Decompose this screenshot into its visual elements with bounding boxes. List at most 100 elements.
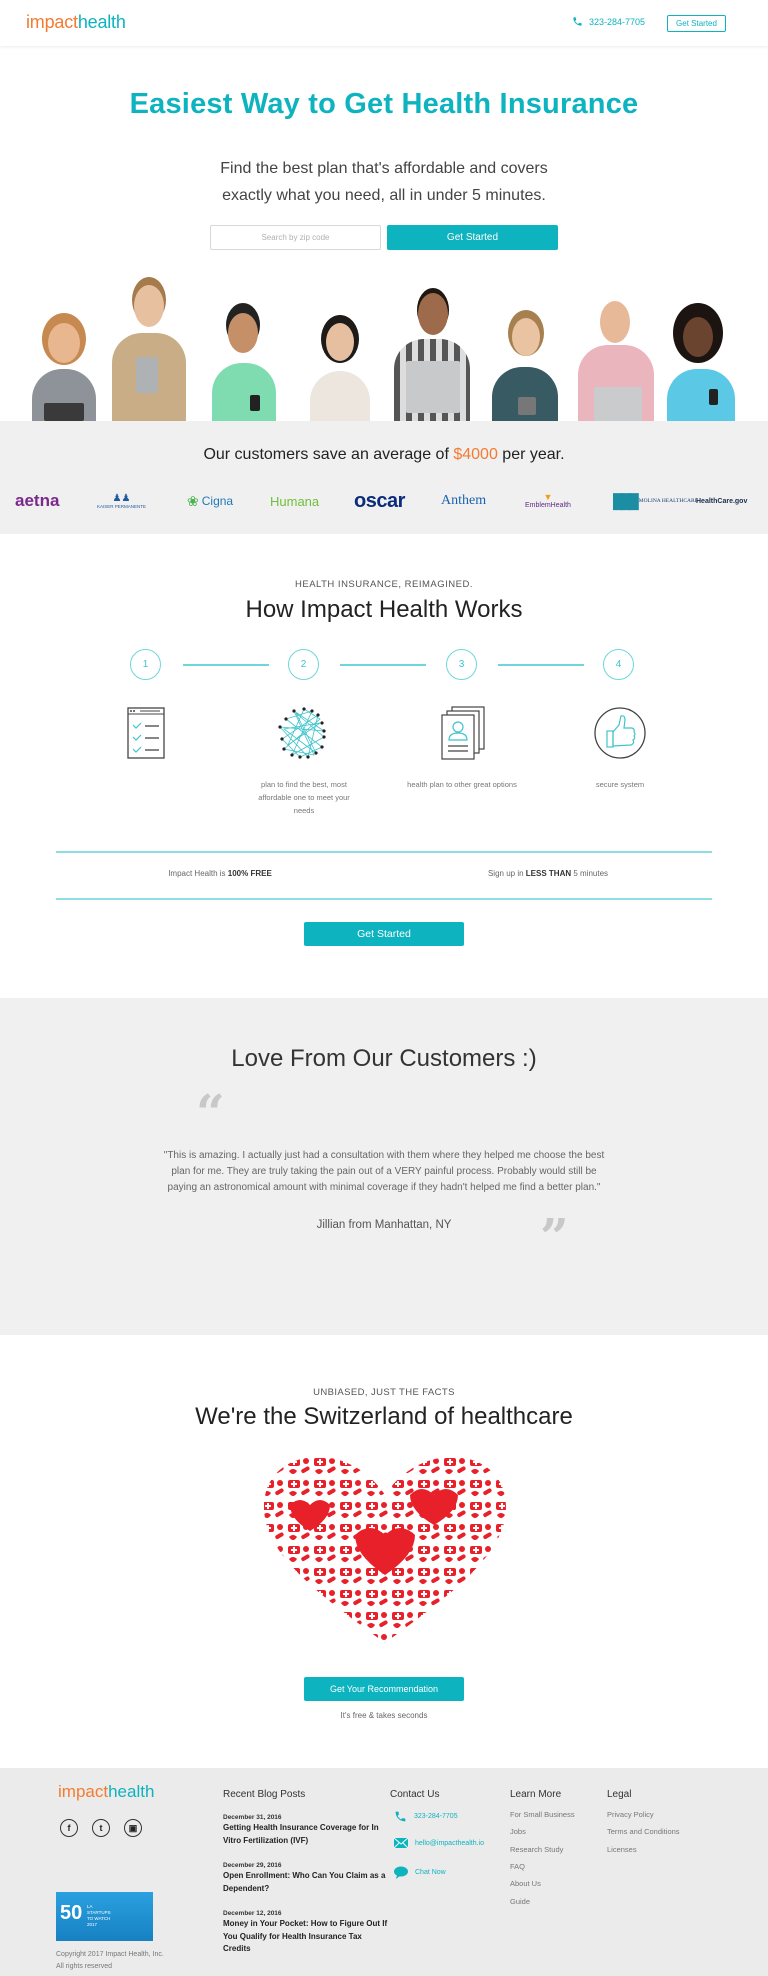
- phone-icon: [573, 17, 582, 26]
- contact-phone-link[interactable]: 323-284-7705: [394, 1810, 458, 1823]
- how-get-started-button[interactable]: Get Started: [304, 922, 464, 946]
- logo[interactable]: impacthealth: [26, 12, 126, 33]
- contact-email-link[interactable]: hello@impacthealth.io: [394, 1838, 484, 1848]
- emblem-shield-icon: ▼: [543, 492, 553, 502]
- blog-post-date: December 29, 2016: [223, 1862, 282, 1869]
- fast-bold: LESS THAN: [525, 869, 572, 878]
- badge-number: 50: [60, 1902, 83, 1924]
- fast-suffix: 5 minutes: [571, 869, 609, 878]
- insurer-logos: aetna ♟♟ KAISER PERMANENTE ❀ Cigna Human…: [0, 486, 768, 516]
- recommendation-subtext: It's free & takes seconds: [340, 1711, 428, 1720]
- thumbs-up-icon: [594, 707, 646, 759]
- how-eyebrow: HEALTH INSURANCE, REIMAGINED.: [295, 579, 473, 590]
- cigna-text: Cigna: [201, 494, 234, 508]
- blog-post-link[interactable]: Money in Your Pocket: How to Figure Out …: [223, 1918, 388, 1956]
- step-connector: [498, 664, 584, 666]
- footer-link-small-business[interactable]: For Small Business: [510, 1810, 575, 1819]
- hero-subtitle-line2: exactly what you need, all in under 5 mi…: [222, 187, 546, 204]
- emblem-text: EmblemHealth: [525, 502, 571, 509]
- step-1-number: 1: [130, 649, 161, 680]
- hero-title: Easiest Way to Get Health Insurance: [129, 88, 639, 120]
- close-quote-icon: ”: [540, 1207, 569, 1266]
- person-figure: [392, 291, 472, 421]
- contact-email-text: hello@impacthealth.io: [415, 1839, 484, 1847]
- hero-people-image: [20, 278, 745, 421]
- step-3-caption: health plan to other great options: [407, 780, 517, 789]
- badge-text: LA STARTUPS TO WATCH 2017: [87, 1904, 111, 1927]
- cigna-tree-icon: ❀: [187, 492, 199, 509]
- footer-logo[interactable]: impacthealth: [58, 1782, 154, 1802]
- chat-now-text: Chat Now: [415, 1869, 446, 1876]
- insurer-logo-anthem: Anthem: [441, 493, 487, 508]
- insurer-logo-oscar: oscar: [354, 489, 405, 512]
- hero-get-started-button[interactable]: Get Started: [387, 225, 558, 250]
- documents-icon: [441, 706, 485, 760]
- person-figure: [308, 321, 372, 421]
- twitter-icon[interactable]: t: [92, 1819, 110, 1837]
- instagram-icon[interactable]: ▣: [124, 1819, 142, 1837]
- molina-people-icon: ███: [613, 493, 639, 509]
- savings-prefix: Our customers save an average of: [203, 446, 454, 463]
- blog-post-date: December 12, 2016: [223, 1910, 282, 1917]
- hero-subtitle: Find the best plan that's affordable and…: [0, 155, 768, 209]
- logo-impact: impact: [26, 12, 78, 32]
- contact-heading: Contact Us: [390, 1789, 440, 1800]
- blog-post-link[interactable]: Getting Health Insurance Coverage for In…: [223, 1822, 388, 1847]
- footer-link-jobs[interactable]: Jobs: [510, 1827, 526, 1836]
- hero-subtitle-line1: Find the best plan that's affordable and…: [220, 160, 548, 177]
- get-recommendation-button[interactable]: Get Your Recommendation: [304, 1677, 464, 1701]
- insurer-logo-aetna: aetna: [15, 491, 60, 510]
- footer-link-faq[interactable]: FAQ: [510, 1862, 525, 1871]
- step-connector: [340, 664, 426, 666]
- copyright-line1: Copyright 2017 Impact Health, Inc.: [56, 1951, 164, 1958]
- person-figure: [490, 316, 560, 421]
- step-connector: [183, 664, 269, 666]
- person-figure: [576, 299, 656, 421]
- chat-now-link[interactable]: Chat Now: [394, 1866, 446, 1879]
- header-phone-text: 323-284-7705: [589, 16, 646, 27]
- insurer-logo-emblem: ▼ EmblemHealth: [525, 486, 571, 516]
- open-quote-icon: “: [196, 1083, 225, 1142]
- insurer-logo-molina: ███ MOLINA HEALTHCARE: [613, 486, 698, 516]
- fast-statement: Sign up in LESS THAN 5 minutes: [384, 869, 712, 878]
- footer-link-privacy[interactable]: Privacy Policy: [607, 1810, 654, 1819]
- header-phone-link[interactable]: 323-284-7705: [572, 16, 645, 27]
- free-bold: 100% FREE: [227, 869, 272, 878]
- fast-prefix: Sign up in: [487, 869, 526, 878]
- insurer-logo-kaiser: ♟♟ KAISER PERMANENTE: [97, 486, 146, 516]
- footer-logo-health: health: [108, 1782, 155, 1801]
- blog-post-link[interactable]: Open Enrollment: Who Can You Claim as a …: [223, 1870, 388, 1895]
- how-title: How Impact Health Works: [245, 596, 523, 623]
- header-get-started-button[interactable]: Get Started: [667, 15, 726, 32]
- footer-link-about-us[interactable]: About Us: [510, 1879, 541, 1888]
- kaiser-text: KAISER PERMANENTE: [97, 503, 147, 509]
- blog-heading: Recent Blog Posts: [223, 1789, 306, 1800]
- divider: [56, 851, 712, 853]
- insurer-logo-cigna: ❀ Cigna: [187, 486, 233, 516]
- checklist-icon: [127, 707, 165, 759]
- person-figure: [210, 311, 278, 421]
- footer-link-guide[interactable]: Guide: [510, 1897, 530, 1906]
- footer-link-licenses[interactable]: Licenses: [607, 1845, 637, 1854]
- copyright: Copyright 2017 Impact Health, Inc. All r…: [56, 1949, 164, 1973]
- blog-post-date: December 31, 2016: [223, 1814, 282, 1821]
- person-figure: [665, 311, 737, 421]
- person-figure: [30, 321, 98, 421]
- step-2-number: 2: [288, 649, 319, 680]
- switzerland-title: We're the Switzerland of healthcare: [195, 1403, 573, 1430]
- medical-heart-icon: [264, 1457, 506, 1643]
- footer-link-terms[interactable]: Terms and Conditions: [607, 1827, 680, 1836]
- molina-text: MOLINA HEALTHCARE: [638, 498, 698, 504]
- copyright-line2: All rights reserved: [56, 1963, 113, 1970]
- kaiser-people-icon: ♟♟: [112, 492, 131, 504]
- network-icon: [278, 707, 326, 759]
- zip-code-input[interactable]: [210, 225, 381, 250]
- facebook-icon[interactable]: f: [60, 1819, 78, 1837]
- testimonials-title: Love From Our Customers :): [231, 1045, 537, 1072]
- savings-statement: Our customers save an average of $4000 p…: [0, 446, 768, 464]
- footer-link-research-study[interactable]: Research Study: [510, 1845, 563, 1854]
- step-3-number: 3: [446, 649, 477, 680]
- step-4-number: 4: [603, 649, 634, 680]
- phone-icon: [395, 1811, 406, 1822]
- savings-amount: $4000: [453, 446, 498, 463]
